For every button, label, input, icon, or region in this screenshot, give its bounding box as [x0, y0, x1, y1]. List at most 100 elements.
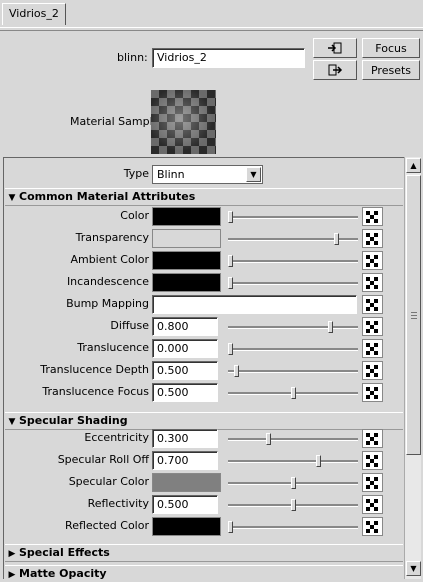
eccentricity-field[interactable]: 0.300: [152, 429, 218, 448]
specular-roll-off-label: Specular Roll Off: [57, 453, 149, 466]
incandescence-map-button[interactable]: [362, 273, 383, 292]
slider-handle[interactable]: [291, 387, 296, 399]
specular-color-label: Specular Color: [68, 475, 149, 488]
translucence-focus-map-button[interactable]: [362, 383, 383, 402]
vertical-scrollbar[interactable]: ▲ ▼: [404, 157, 421, 579]
slider-handle[interactable]: [316, 455, 321, 467]
incandescence-swatch[interactable]: [152, 273, 221, 292]
reflected-color-map-button[interactable]: [362, 517, 383, 536]
specular-roll-off-slider[interactable]: [228, 455, 358, 467]
section-title: Special Effects: [19, 546, 110, 559]
collapsed-triangle-icon: ▶: [8, 570, 16, 579]
section-common-material-attributes[interactable]: ▼ Common Material Attributes: [5, 188, 403, 206]
focus-output-button[interactable]: [313, 60, 357, 80]
transparency-slider[interactable]: [228, 233, 358, 245]
slider-track: [228, 438, 358, 441]
ambient-color-map-button[interactable]: [362, 251, 383, 270]
slider-track: [228, 216, 358, 219]
translucence-depth-map-button[interactable]: [362, 361, 383, 380]
diffuse-label: Diffuse: [110, 319, 149, 332]
reflected-color-slider[interactable]: [228, 521, 358, 533]
reflectivity-field[interactable]: 0.500: [152, 495, 218, 514]
specular-color-swatch[interactable]: [152, 473, 221, 492]
diffuse-map-button[interactable]: [362, 317, 383, 336]
translucence-slider[interactable]: [228, 343, 358, 355]
slider-track: [228, 460, 358, 463]
presets-button[interactable]: Presets: [362, 60, 420, 80]
tab-vidrios[interactable]: Vidrios_2: [2, 3, 66, 25]
section-matte-opacity[interactable]: ▶ Matte Opacity: [5, 565, 403, 579]
type-value: Blinn: [157, 168, 185, 181]
ambient-color-swatch[interactable]: [152, 251, 221, 270]
focus-input-button[interactable]: [313, 38, 357, 58]
thumb-grip: [411, 318, 417, 319]
incandescence-slider[interactable]: [228, 277, 358, 289]
eccentricity-slider[interactable]: [228, 433, 358, 445]
specular-roll-off-field[interactable]: 0.700: [152, 451, 218, 470]
scroll-down-icon[interactable]: ▼: [406, 561, 421, 576]
translucence-focus-label: Translucence Focus: [42, 385, 149, 398]
slider-handle[interactable]: [291, 499, 296, 511]
transparency-swatch[interactable]: [152, 229, 221, 248]
slider-track: [228, 348, 358, 351]
slider-handle[interactable]: [228, 211, 233, 223]
specular-color-map-button[interactable]: [362, 473, 383, 492]
incandescence-label: Incandescence: [66, 275, 149, 288]
reflected-color-swatch[interactable]: [152, 517, 221, 536]
slider-track: [228, 260, 358, 263]
input-connection-icon: [328, 42, 342, 54]
diffuse-slider[interactable]: [228, 321, 358, 333]
checker-sample-image: [151, 90, 216, 154]
specular-color-slider[interactable]: [228, 477, 358, 489]
tab-separator: [0, 30, 423, 31]
translucence-focus-slider[interactable]: [228, 387, 358, 399]
material-sample-swatch[interactable]: [151, 90, 216, 154]
slider-handle[interactable]: [228, 277, 233, 289]
output-connection-icon: [328, 64, 343, 76]
color-swatch[interactable]: [152, 207, 221, 226]
focus-button[interactable]: Focus: [362, 38, 420, 58]
translucence-focus-field[interactable]: 0.500: [152, 383, 218, 402]
translucence-map-button[interactable]: [362, 339, 383, 358]
scroll-up-icon[interactable]: ▲: [406, 158, 421, 173]
thumb-grip: [411, 312, 417, 313]
reflected-color-label: Reflected Color: [65, 519, 149, 532]
eccentricity-map-button[interactable]: [362, 429, 383, 448]
diffuse-field[interactable]: 0.800: [152, 317, 218, 336]
type-label: Type: [123, 167, 149, 180]
specular-roll-off-map-button[interactable]: [362, 451, 383, 470]
section-title: Matte Opacity: [19, 567, 107, 579]
collapsed-triangle-icon: ▶: [8, 549, 16, 559]
translucence-depth-slider[interactable]: [228, 365, 358, 377]
bump-mapping-map-button[interactable]: [362, 295, 383, 314]
reflectivity-slider[interactable]: [228, 499, 358, 511]
color-map-button[interactable]: [362, 207, 383, 226]
scrollbar-thumb[interactable]: [406, 175, 421, 455]
transparency-label: Transparency: [75, 231, 149, 244]
reflectivity-label: Reflectivity: [87, 497, 149, 510]
translucence-label: Translucence: [77, 341, 149, 354]
transparency-map-button[interactable]: [362, 229, 383, 248]
slider-handle[interactable]: [291, 477, 296, 489]
node-name-field[interactable]: Vidrios_2: [152, 48, 305, 68]
dropdown-arrow-icon: ▼: [246, 167, 261, 182]
reflectivity-map-button[interactable]: [362, 495, 383, 514]
slider-handle[interactable]: [234, 365, 239, 377]
slider-handle[interactable]: [228, 343, 233, 355]
translucence-field[interactable]: 0.000: [152, 339, 218, 358]
slider-handle[interactable]: [228, 521, 233, 533]
slider-track: [228, 326, 358, 329]
type-dropdown[interactable]: Blinn ▼: [152, 165, 263, 184]
section-special-effects[interactable]: ▶ Special Effects: [5, 544, 403, 562]
color-slider[interactable]: [228, 211, 358, 223]
slider-handle[interactable]: [228, 255, 233, 267]
eccentricity-label: Eccentricity: [84, 431, 149, 444]
slider-handle[interactable]: [334, 233, 339, 245]
translucence-depth-field[interactable]: 0.500: [152, 361, 218, 380]
section-title: Common Material Attributes: [19, 190, 196, 203]
slider-handle[interactable]: [266, 433, 271, 445]
bump-mapping-label: Bump Mapping: [66, 297, 149, 310]
slider-handle[interactable]: [328, 321, 333, 333]
bump-mapping-field[interactable]: [152, 295, 357, 314]
ambient-color-slider[interactable]: [228, 255, 358, 267]
